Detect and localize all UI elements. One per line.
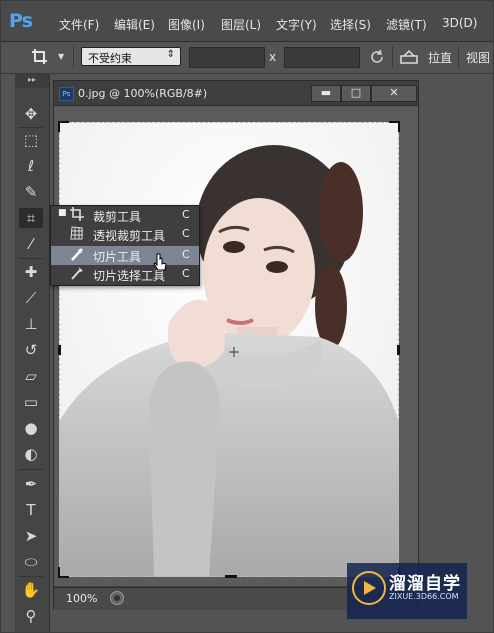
crop-tool-icon[interactable]: ⌗ <box>19 208 43 228</box>
flyout-item-shortcut: C <box>182 267 190 280</box>
crop-handle-bottom[interactable] <box>225 575 237 578</box>
flyout-item-crop[interactable]: ■ 裁剪工具 C <box>51 206 199 225</box>
flyout-item-shortcut: C <box>182 248 190 261</box>
play-logo-icon <box>352 571 386 605</box>
close-button[interactable]: ✕ <box>371 85 417 102</box>
dodge-tool-icon[interactable]: ◐ <box>19 444 43 464</box>
flyout-item-label: 切片工具 <box>93 250 142 264</box>
shape-tool-icon[interactable]: ⬭ <box>19 552 43 572</box>
straighten-button[interactable]: 拉直 <box>428 49 452 66</box>
ps-document-icon: Ps <box>59 87 74 101</box>
lasso-tool-icon[interactable]: ℓ <box>19 156 43 176</box>
blur-tool-icon[interactable]: ● <box>19 418 43 438</box>
crop-tool-flyout-menu: ■ 裁剪工具 C 透视裁剪工具 C 切片工具 C 切片选择工具 C <box>50 205 200 286</box>
zoom-level[interactable]: 100% <box>66 592 97 605</box>
divider <box>458 46 459 68</box>
path-select-tool-icon[interactable]: ➤ <box>19 526 43 546</box>
brush-tool-icon[interactable]: ⟋ <box>19 288 43 308</box>
zoom-tool-icon[interactable]: ⚲ <box>19 606 43 626</box>
height-field[interactable] <box>284 47 360 68</box>
history-brush-tool-icon[interactable]: ↺ <box>19 340 43 360</box>
menu-select[interactable]: 选择(S) <box>330 16 371 33</box>
watermark-url: ZIXUE.3D66.COM <box>389 592 459 601</box>
stamp-tool-icon[interactable]: ⊥ <box>19 314 43 334</box>
flyout-item-slice-select[interactable]: 切片选择工具 C <box>51 265 199 284</box>
document-title: 0.jpg @ 100%(RGB/8#) <box>78 87 208 100</box>
menu-image[interactable]: 图像(I) <box>168 16 205 33</box>
crop-icon <box>69 207 85 223</box>
flyout-item-shortcut: C <box>182 208 190 221</box>
crop-handle-top-left[interactable] <box>58 121 69 132</box>
divider <box>19 258 43 259</box>
crop-handle-right[interactable] <box>397 345 400 355</box>
gradient-tool-icon[interactable]: ▭ <box>19 392 43 412</box>
maximize-button[interactable]: □ <box>341 85 371 102</box>
canvas-area[interactable] <box>54 106 418 586</box>
divider <box>19 469 43 470</box>
flyout-item-perspective-crop[interactable]: 透视裁剪工具 C <box>51 225 199 244</box>
slice-select-icon <box>69 266 85 282</box>
marquee-tool-icon[interactable]: ⬚ <box>19 130 43 150</box>
tools-panel-grip[interactable]: ▸▸ <box>15 74 49 88</box>
divider <box>392 46 393 68</box>
watermark-logo: 溜溜自学 ZIXUE.3D66.COM <box>347 563 467 619</box>
swap-icon[interactable] <box>368 48 386 66</box>
hand-tool-icon[interactable]: ✋ <box>19 580 43 600</box>
options-bar: ▼ 不受约束 ⇕ x 拉直 视图 <box>1 42 493 74</box>
document-titlebar[interactable]: Ps 0.jpg @ 100%(RGB/8#) ▬ □ ✕ <box>54 81 418 106</box>
menu-file[interactable]: 文件(F) <box>59 16 99 33</box>
tool-preset-chevron-icon[interactable]: ▼ <box>58 52 64 61</box>
divider <box>19 127 43 128</box>
watermark-name: 溜溜自学 <box>389 574 461 594</box>
flyout-item-shortcut: C <box>182 227 190 240</box>
dimension-separator: x <box>269 50 277 64</box>
divider <box>19 576 43 577</box>
flyout-item-label: 裁剪工具 <box>93 210 142 224</box>
slice-icon <box>69 247 85 263</box>
crop-ratio-select[interactable]: 不受约束 ⇕ <box>81 47 181 66</box>
photoshop-window: Ps 文件(F) 编辑(E) 图像(I) 图层(L) 文字(Y) 选择(S) 滤… <box>0 0 494 633</box>
mouse-cursor-icon <box>153 253 167 273</box>
eyedropper-tool-icon[interactable]: ⁄ <box>19 234 43 254</box>
crop-handle-top-right[interactable] <box>389 121 400 132</box>
type-tool-icon[interactable]: T <box>19 500 43 520</box>
crop-icon[interactable] <box>31 48 49 66</box>
perspective-crop-icon <box>69 226 85 242</box>
menu-layer[interactable]: 图层(L) <box>221 16 261 33</box>
quick-select-tool-icon[interactable]: ✎ <box>19 182 43 202</box>
divider <box>73 46 74 68</box>
flyout-item-label: 透视裁剪工具 <box>93 229 166 243</box>
menu-edit[interactable]: 编辑(E) <box>114 16 155 33</box>
crop-ratio-value: 不受约束 <box>88 52 132 65</box>
status-info-icon[interactable] <box>110 591 124 605</box>
view-dropdown[interactable]: 视图 <box>466 49 490 66</box>
crop-box[interactable] <box>58 121 400 578</box>
select-arrow-icon: ⇕ <box>166 49 175 60</box>
document-window: Ps 0.jpg @ 100%(RGB/8#) ▬ □ ✕ 100% <box>53 80 419 610</box>
pen-tool-icon[interactable]: ✒ <box>19 474 43 494</box>
menu-filter[interactable]: 滤镜(T) <box>386 16 427 33</box>
menu-bar: Ps 文件(F) 编辑(E) 图像(I) 图层(L) 文字(Y) 选择(S) 滤… <box>1 1 493 42</box>
active-tool-marker-icon: ■ <box>58 208 67 218</box>
width-field[interactable] <box>189 47 265 68</box>
straighten-icon[interactable] <box>399 48 419 66</box>
crop-handle-bottom-left[interactable] <box>58 567 69 578</box>
menu-3d[interactable]: 3D(D) <box>442 16 477 30</box>
move-tool-icon[interactable]: ✥ <box>19 104 43 124</box>
menu-type[interactable]: 文字(Y) <box>276 16 317 33</box>
healing-tool-icon[interactable]: ✚ <box>19 262 43 282</box>
flyout-item-slice[interactable]: 切片工具 C <box>51 246 199 265</box>
eraser-tool-icon[interactable]: ▱ <box>19 366 43 386</box>
photoshop-logo: Ps <box>9 10 33 32</box>
crop-handle-left[interactable] <box>58 345 61 355</box>
minimize-button[interactable]: ▬ <box>311 85 341 102</box>
